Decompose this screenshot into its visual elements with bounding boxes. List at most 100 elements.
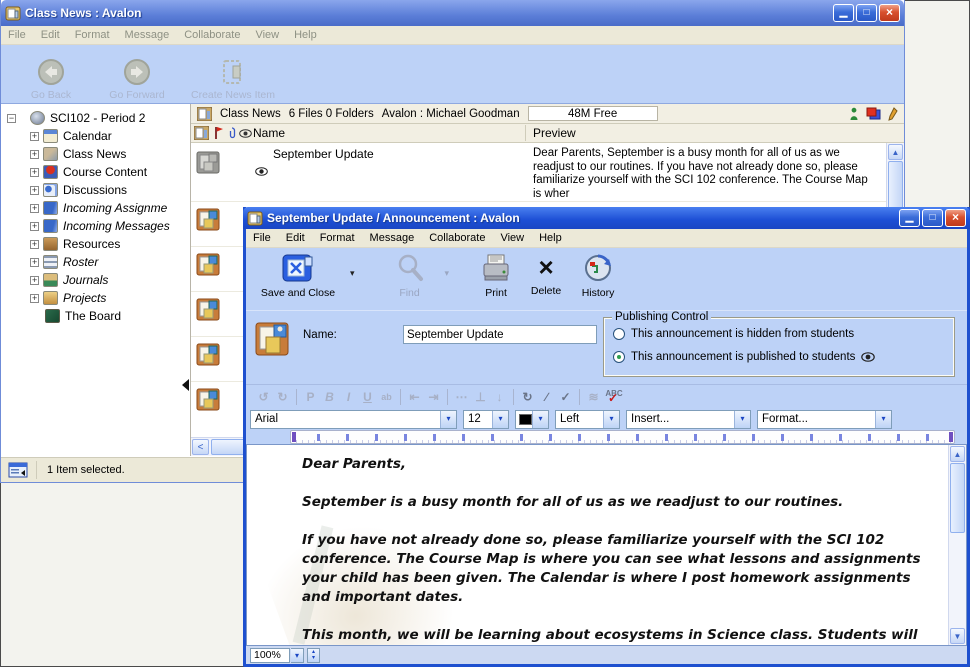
- radio-published-option[interactable]: This announcement is published to studen…: [613, 351, 875, 363]
- expand-box[interactable]: +: [30, 168, 39, 177]
- file-row-september-update[interactable]: September Update Dear Parents, September…: [191, 145, 904, 201]
- layers-icon[interactable]: [866, 107, 881, 120]
- menu-edit[interactable]: Edit: [41, 29, 60, 41]
- go-back-button[interactable]: Go Back: [11, 49, 91, 101]
- radio-hidden-option[interactable]: This announcement is hidden from student…: [613, 328, 854, 340]
- scroll-down-arrow[interactable]: ▼: [950, 628, 965, 644]
- bold-icon[interactable]: B: [320, 390, 339, 404]
- attachment-column-icon[interactable]: [228, 127, 236, 139]
- dropdown-arrow-icon[interactable]: ▾: [603, 411, 619, 428]
- expand-box[interactable]: +: [30, 132, 39, 141]
- pane-splitter-arrow[interactable]: [176, 379, 189, 391]
- maximize-button[interactable]: □: [856, 4, 877, 22]
- font-size-dropdown[interactable]: 12 ▾: [463, 410, 509, 429]
- menu-message[interactable]: Message: [125, 29, 170, 41]
- menu-format[interactable]: Format: [320, 232, 355, 244]
- history-button[interactable]: History: [573, 252, 623, 299]
- dropdown-arrow-icon[interactable]: ▾: [532, 411, 548, 428]
- approve-check-icon[interactable]: ✓: [556, 390, 575, 404]
- scroll-up-arrow[interactable]: ▲: [950, 446, 965, 462]
- message-body-editor[interactable]: Dear Parents, September is a busy month …: [246, 444, 967, 646]
- print-button[interactable]: Print: [473, 252, 519, 299]
- front-titlebar[interactable]: September Update / Announcement : Avalon…: [243, 207, 970, 229]
- expand-box[interactable]: +: [30, 276, 39, 285]
- left-margin-marker[interactable]: [292, 432, 296, 442]
- zoom-dropdown-arrow[interactable]: ▾: [291, 648, 304, 663]
- expand-box[interactable]: +: [30, 294, 39, 303]
- scroll-up-arrow[interactable]: ▲: [888, 144, 903, 160]
- tree-item-roster[interactable]: + Roster: [1, 253, 190, 271]
- preview-column-header[interactable]: Preview: [533, 126, 576, 140]
- close-button[interactable]: ×: [945, 209, 966, 227]
- outdent-icon[interactable]: ⇤: [405, 390, 424, 404]
- create-news-item-button[interactable]: Create News Item: [183, 49, 283, 101]
- menu-message[interactable]: Message: [370, 232, 415, 244]
- indent-icon[interactable]: ⇥: [424, 390, 443, 404]
- tree-item-incoming-assignments[interactable]: + Incoming Assignme: [1, 199, 190, 217]
- dropdown-arrow-icon[interactable]: ▾: [492, 411, 508, 428]
- zoom-spinner[interactable]: ▴ ▾: [307, 648, 320, 663]
- find-button[interactable]: Find: [381, 252, 439, 299]
- menu-view[interactable]: View: [255, 29, 279, 41]
- split-view-icon[interactable]: [8, 462, 28, 478]
- delete-button[interactable]: × Delete: [523, 252, 569, 297]
- editor-vertical-scrollbar[interactable]: ▲ ▼: [948, 445, 966, 645]
- flag-column-icon[interactable]: [214, 127, 224, 139]
- font-color-dropdown[interactable]: ▾: [515, 410, 549, 429]
- go-forward-button[interactable]: Go Forward: [97, 49, 177, 101]
- dropdown-arrow-icon[interactable]: ▾: [734, 411, 750, 428]
- expand-box[interactable]: +: [30, 186, 39, 195]
- close-button[interactable]: ×: [879, 4, 900, 22]
- format-dropdown[interactable]: Format... ▾: [757, 410, 892, 429]
- menu-help[interactable]: Help: [294, 29, 317, 41]
- redo-icon[interactable]: ↻: [273, 390, 292, 404]
- expand-box[interactable]: +: [30, 222, 39, 231]
- back-titlebar[interactable]: Class News : Avalon ▁ □ ×: [1, 0, 904, 26]
- minimize-button[interactable]: ▁: [833, 4, 854, 22]
- tree-item-projects[interactable]: + Projects: [1, 289, 190, 307]
- menu-view[interactable]: View: [500, 232, 524, 244]
- menu-collaborate[interactable]: Collaborate: [429, 232, 485, 244]
- tree-item-resources[interactable]: + Resources: [1, 235, 190, 253]
- tree-item-calendar[interactable]: + Calendar: [1, 127, 190, 145]
- who-is-online-icon[interactable]: [849, 107, 859, 121]
- alignment-dropdown[interactable]: Left ▾: [555, 410, 620, 429]
- radio-published[interactable]: [613, 351, 625, 363]
- read-column-icon[interactable]: [239, 129, 252, 138]
- expand-box[interactable]: +: [30, 240, 39, 249]
- menu-collaborate[interactable]: Collaborate: [184, 29, 240, 41]
- tree-item-class-news[interactable]: + Class News: [1, 145, 190, 163]
- case-icon[interactable]: ab: [377, 392, 396, 402]
- pencil-icon[interactable]: [888, 107, 898, 121]
- menu-format[interactable]: Format: [75, 29, 110, 41]
- move-down-icon[interactable]: ↓: [490, 390, 509, 404]
- name-column-header[interactable]: Name: [253, 126, 285, 140]
- menu-file[interactable]: File: [253, 232, 271, 244]
- minimize-button[interactable]: ▁: [899, 209, 920, 227]
- maximize-button[interactable]: □: [922, 209, 943, 227]
- save-options-caret[interactable]: ▾: [350, 268, 355, 279]
- signature-icon[interactable]: ≋: [584, 390, 603, 404]
- dropdown-arrow-icon[interactable]: ▾: [875, 411, 891, 428]
- undo-icon[interactable]: ↺: [254, 390, 273, 404]
- tree-item-course-content[interactable]: + Course Content: [1, 163, 190, 181]
- italic-icon[interactable]: I: [339, 390, 358, 404]
- baseline-icon[interactable]: ⊥: [471, 390, 490, 404]
- underline-icon[interactable]: U: [358, 390, 377, 404]
- tree-item-discussions[interactable]: + Discussions: [1, 181, 190, 199]
- scroll-left-arrow[interactable]: <: [192, 439, 209, 455]
- radio-hidden[interactable]: [613, 328, 625, 340]
- name-field[interactable]: [403, 325, 597, 344]
- menu-edit[interactable]: Edit: [286, 232, 305, 244]
- spellcheck-icon[interactable]: ABC ✓: [603, 389, 625, 405]
- expand-box[interactable]: +: [30, 258, 39, 267]
- font-family-dropdown[interactable]: Arial ▾: [250, 410, 457, 429]
- menu-file[interactable]: File: [8, 29, 26, 41]
- right-margin-marker[interactable]: [949, 432, 953, 442]
- tree-item-the-board[interactable]: The Board: [1, 307, 190, 325]
- spacing-icon[interactable]: ⋯: [452, 390, 471, 404]
- scroll-thumb[interactable]: [950, 463, 965, 533]
- tree-root-sci102[interactable]: − SCI102 - Period 2: [1, 109, 190, 127]
- save-and-close-button[interactable]: Save and Close: [252, 252, 344, 299]
- menu-help[interactable]: Help: [539, 232, 562, 244]
